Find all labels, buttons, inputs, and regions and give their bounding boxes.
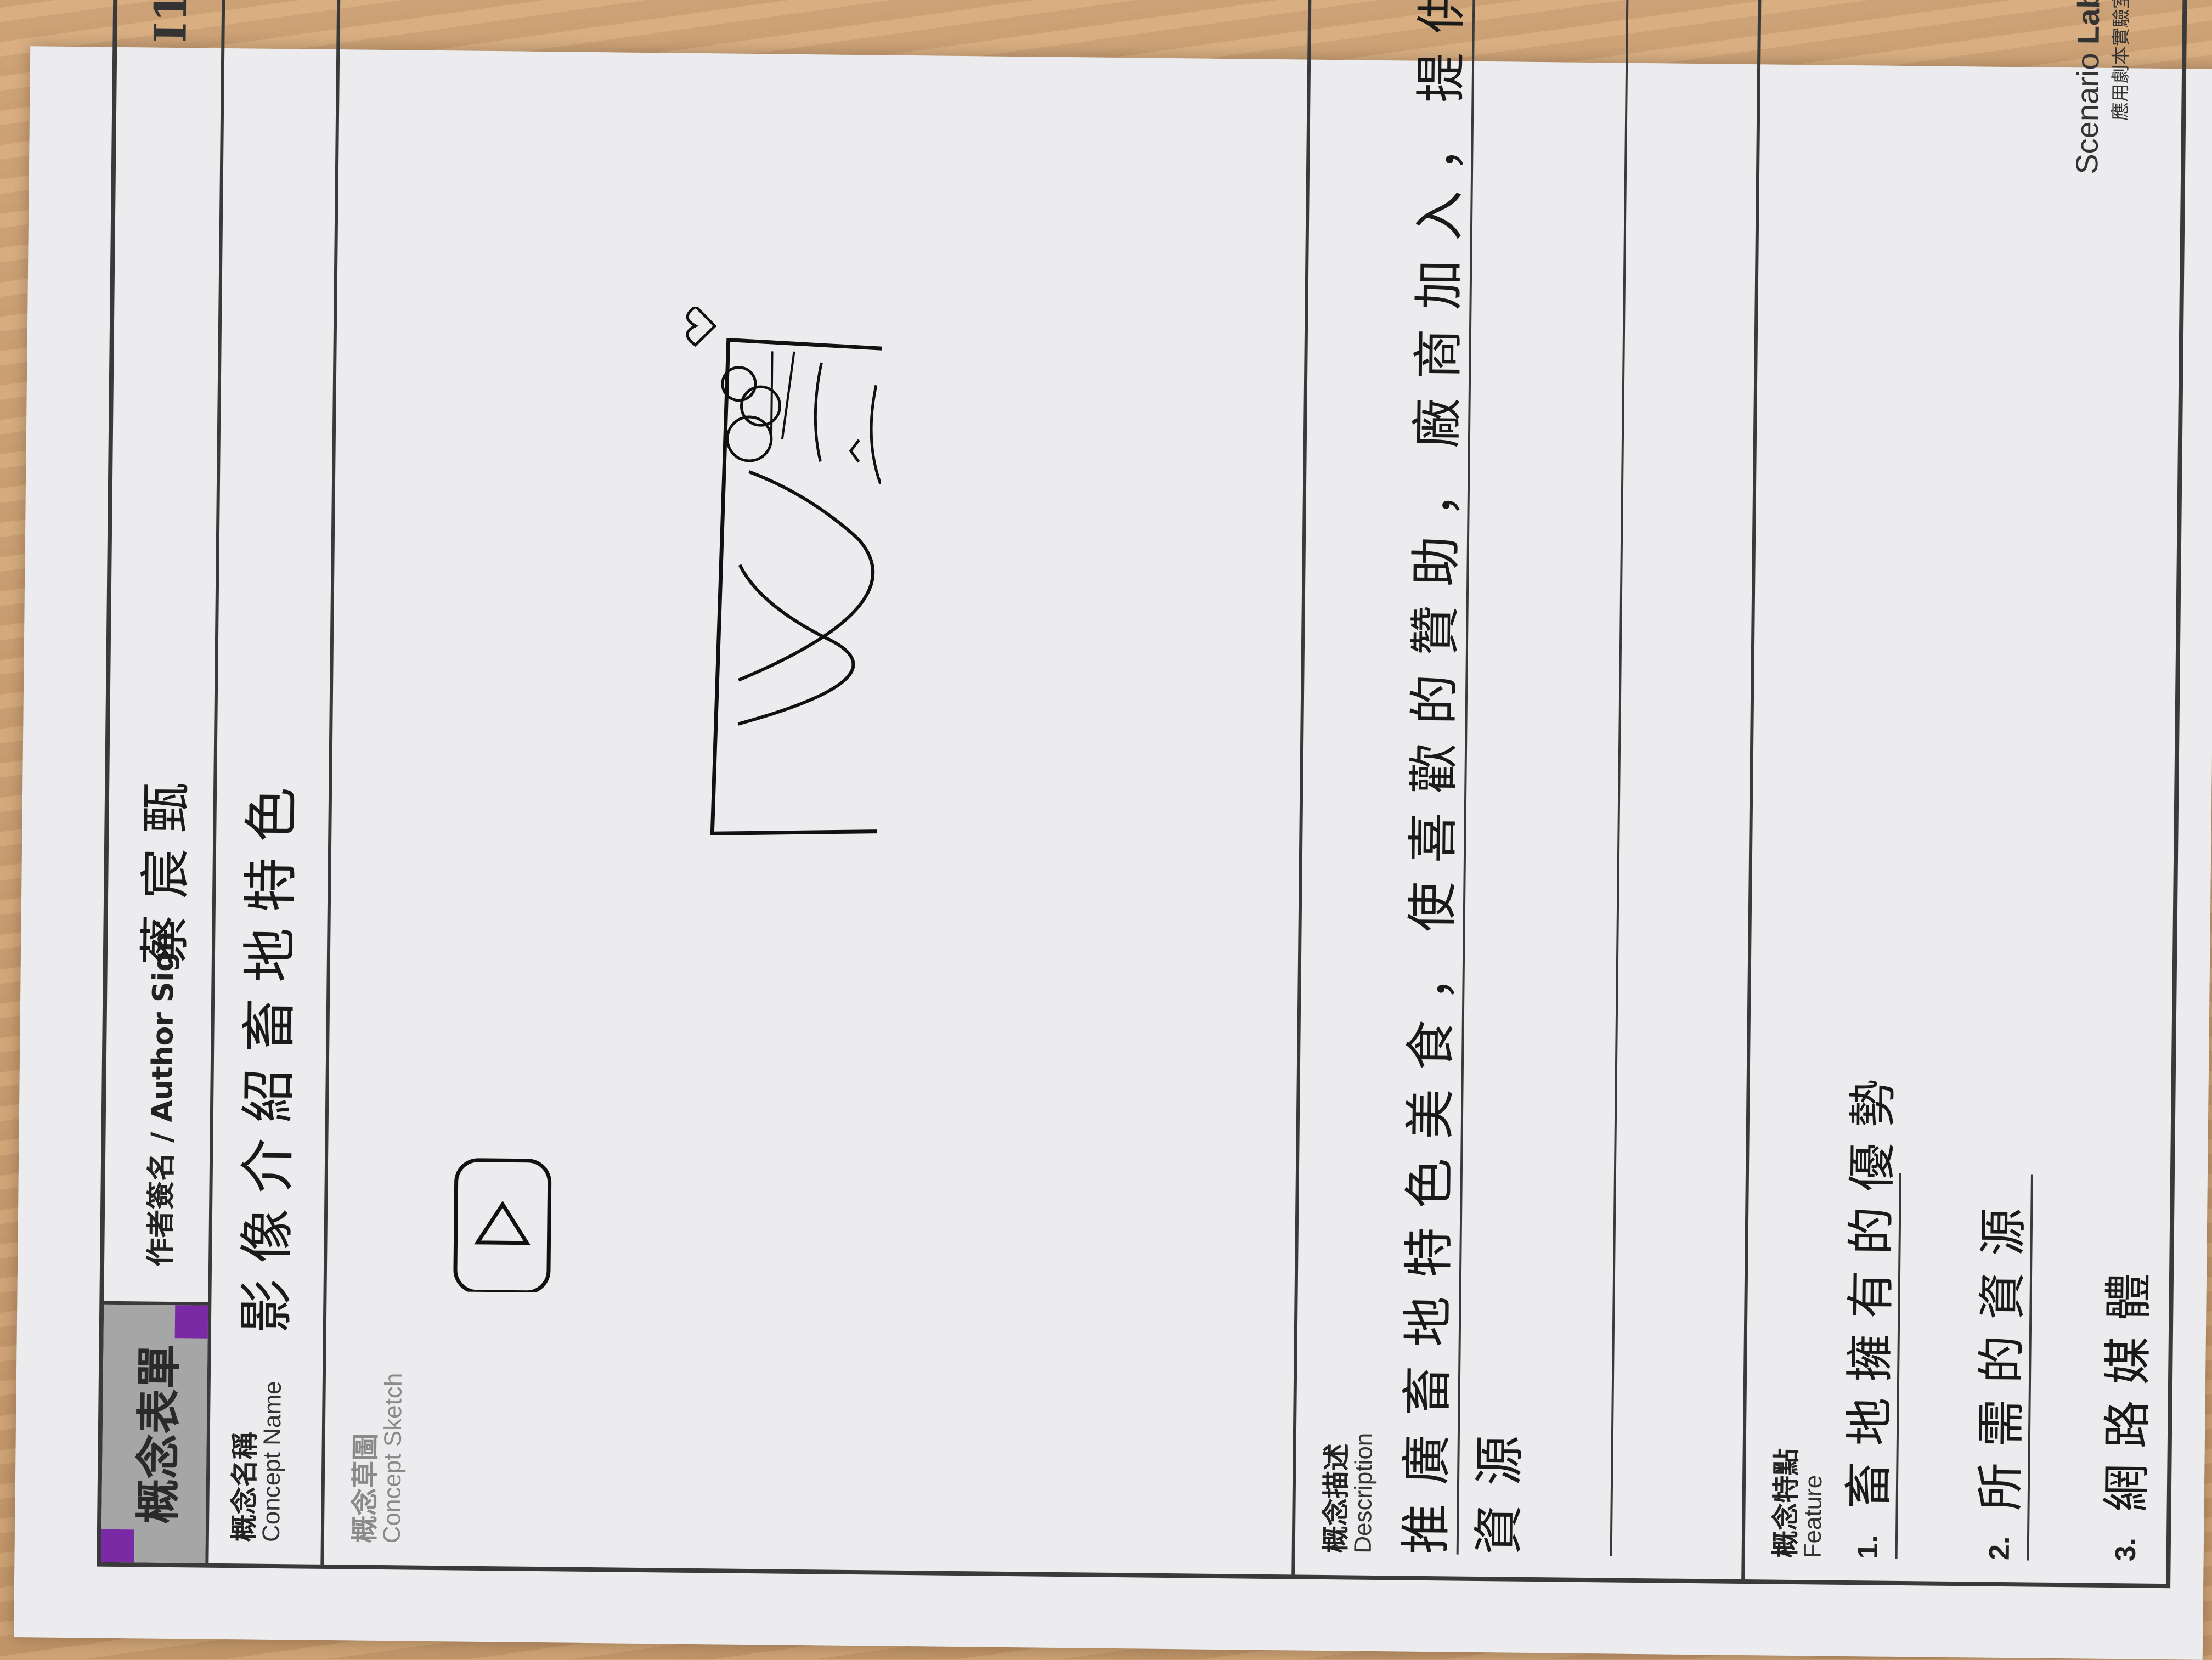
feature-3-text: 網路媒體 <box>2098 1257 2158 1512</box>
feature-label: 概念特點 <box>1769 1448 1803 1559</box>
concept-name-label-en: Concept Name <box>257 1381 286 1543</box>
brand-subtitle: 應用劇本實驗室 <box>2109 0 2133 121</box>
scenario-lab-logo: Scenario Lab 應用劇本實驗室 <box>2069 0 2134 174</box>
description-bottom-border <box>1741 0 1762 1580</box>
brand-name-prefix: Scenario <box>2069 44 2106 174</box>
feature-2-text: 所需的資源 <box>1972 1192 2032 1511</box>
mountain-sketch <box>737 564 855 726</box>
river-line <box>870 385 882 485</box>
purple-marker-stroke <box>174 1305 208 1339</box>
landscape-frame <box>710 337 883 835</box>
concept-name-value: 影像介紹畜地特色 <box>234 771 304 1334</box>
purple-marker-stroke <box>101 1529 134 1563</box>
author-signature: 蔡宸甄 <box>135 767 196 965</box>
heart-doodle <box>686 304 717 347</box>
bird-sketch <box>849 439 860 463</box>
mountain-sketch <box>738 470 874 682</box>
river-line <box>814 362 823 462</box>
feature-2-number: 2. <box>1983 1536 2016 1561</box>
feature-1-number: 1. <box>1852 1534 1884 1559</box>
concept-name-bottom-border <box>320 0 341 1565</box>
writing-line <box>1610 0 1629 1556</box>
form-frame: 概念表單 作者簽名 / Author Sign： 蔡宸甄 I1 概念名稱 Con… <box>97 0 2188 1589</box>
concept-sketch-label-en: Concept Sketch <box>378 1373 408 1544</box>
form-title-text: 概念表單 <box>132 1343 187 1525</box>
feature-3-number: 3. <box>2109 1537 2142 1562</box>
tree-trunk-line <box>770 351 774 439</box>
concept-form: 概念表單 作者簽名 / Author Sign： 蔡宸甄 I1 概念名稱 Con… <box>97 0 2209 1589</box>
form-code: I1 <box>144 0 197 43</box>
description-label: 概念描述 <box>1319 1443 1353 1554</box>
concept-name-label: 概念名稱 <box>228 1432 261 1542</box>
description-label-en: Description <box>1349 1432 1378 1554</box>
tree-trunk-line <box>781 351 795 439</box>
tree-sketch <box>726 415 773 462</box>
play-triangle-icon <box>474 1200 531 1245</box>
concept-sketch-drawing <box>453 304 883 1295</box>
sketch-bottom-border <box>1291 0 1312 1575</box>
play-button-icon <box>453 1158 552 1295</box>
form-title: 概念表單 <box>101 1304 208 1563</box>
brand-name-bold: Lab <box>2070 0 2106 45</box>
feature-label-en: Feature <box>1799 1475 1827 1559</box>
paper-sheet: 概念表單 作者簽名 / Author Sign： 蔡宸甄 I1 概念名稱 Con… <box>13 0 2212 1660</box>
feature-1-text: 畜地擁有的優勢 <box>1840 1063 1902 1510</box>
concept-sketch-label: 概念草圖 <box>348 1433 382 1544</box>
